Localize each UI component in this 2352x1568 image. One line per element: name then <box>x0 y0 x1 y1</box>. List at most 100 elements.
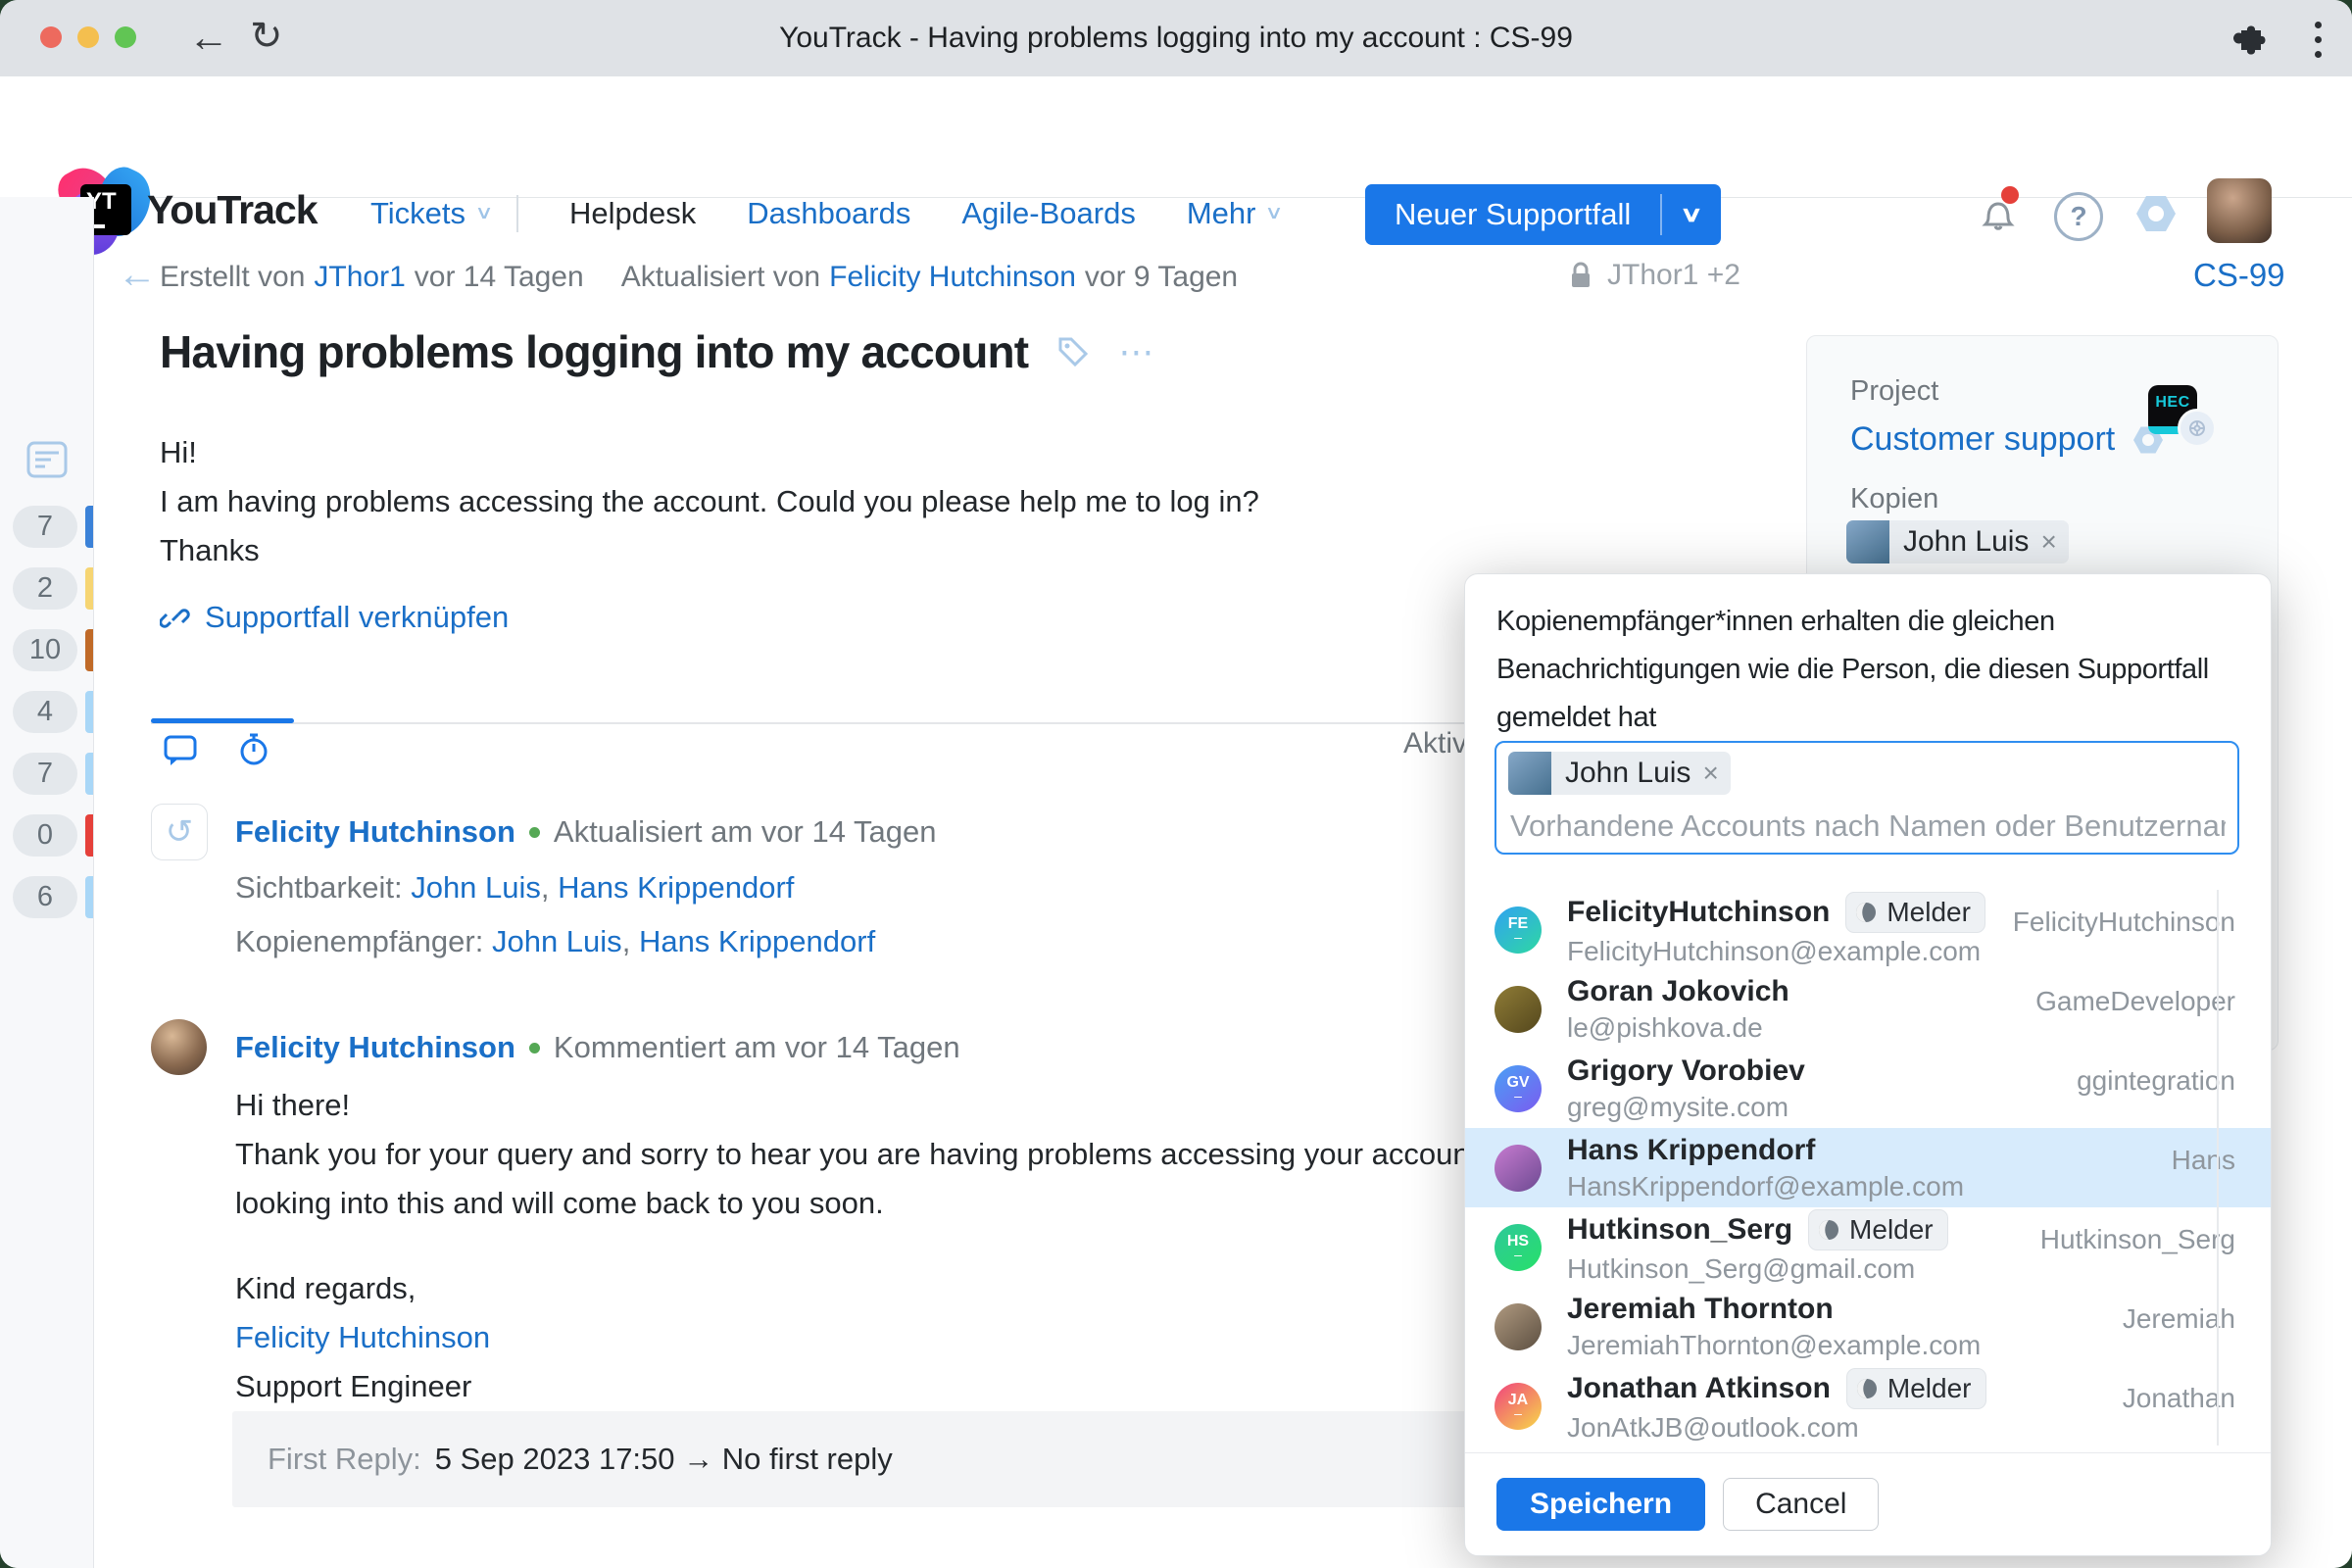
issue-id-link[interactable]: CS-99 <box>2193 257 2285 294</box>
active-tab-indicator <box>151 718 294 723</box>
account-search-input[interactable] <box>1508 808 2228 845</box>
tag-icon[interactable] <box>1055 334 1091 369</box>
sidebar-count-item[interactable]: 6 <box>0 876 93 918</box>
nav-item[interactable]: Mehr ∨ <box>1187 196 1284 231</box>
lock-icon <box>1572 262 1590 287</box>
browser-window: ← ↻ YouTrack - Having problems logging i… <box>0 0 2352 1568</box>
user-suggestion-list: FE – FelicityHutchinson Melder FelicityHu… <box>1465 890 2271 1446</box>
person-link[interactable]: Hans Krippendorf <box>639 924 875 958</box>
avatar: GV – <box>1494 1064 1542 1112</box>
sidebar-count-item[interactable]: 4 <box>0 691 93 733</box>
brand-wordmark[interactable]: YouTrack <box>147 187 318 233</box>
count-badge: 7 <box>13 753 77 795</box>
user-email: greg@mysite.com <box>1567 1092 1789 1122</box>
nav-divider <box>515 194 518 232</box>
user-list-item[interactable]: GV – Grigory Vorobiev greg@mysite.com ggi… <box>1465 1049 2271 1128</box>
avatar: JA – <box>1494 1382 1542 1430</box>
avatar-dash: – <box>1514 929 1522 945</box>
nav-item[interactable]: Helpdesk <box>569 196 696 231</box>
person-link[interactable]: Hans Krippendorf <box>558 870 794 905</box>
cc-person-chip[interactable]: John Luis × <box>1846 520 2069 564</box>
user-email: le@pishkova.de <box>1567 1012 1763 1043</box>
melder-badge: Melder <box>1845 892 1985 933</box>
user-list-item[interactable]: Jeremiah Thornton JeremiahThornton@examp… <box>1465 1287 2271 1366</box>
signature-user-link[interactable]: Felicity Hutchinson <box>235 1320 490 1354</box>
app-header: YT YouTrack Tickets ∨ Helpdesk Dashboard… <box>0 76 2352 263</box>
melder-badge: Melder <box>1845 1368 1986 1409</box>
sidebar-count-item[interactable]: 2 <box>0 567 93 610</box>
cc-picker-popup: Kopienempfänger*innen erhalten die gleic… <box>1464 573 2272 1556</box>
user-list-item[interactable]: FE – FelicityHutchinson Melder FelicityHu… <box>1465 890 2271 969</box>
activity-entry-header: Felicity Hutchinson Aktualisiert am vor … <box>235 814 937 850</box>
cc-search-box[interactable]: John Luis × <box>1494 741 2239 855</box>
online-presence-dot <box>528 826 540 838</box>
new-supportcase-label[interactable]: Neuer Supportfall <box>1365 184 1660 245</box>
report-doc-icon[interactable] <box>25 440 69 484</box>
cc-field-label: Kopien <box>1850 483 1939 514</box>
extensions-puzzle-icon[interactable] <box>2227 18 2270 66</box>
sidebar-count-item[interactable]: 0 <box>0 814 93 857</box>
comments-tab-icon[interactable] <box>163 733 198 773</box>
sidebar-count-item[interactable]: 10 <box>0 629 93 671</box>
browser-menu-icon[interactable] <box>2315 22 2322 58</box>
avatar-dash: – <box>1514 1088 1522 1103</box>
more-actions-icon[interactable]: ⋯ <box>1118 331 1155 372</box>
created-by-user-link[interactable]: JThor1 <box>314 261 405 294</box>
remove-chip-icon[interactable]: × <box>1702 758 1730 789</box>
selected-person-chip[interactable]: John Luis × <box>1508 752 1731 795</box>
link-supportcase-button[interactable]: Supportfall verknüpfen <box>160 600 509 635</box>
user-list-item[interactable]: Hans Krippendorf HansKrippendorf@example… <box>1465 1128 2271 1207</box>
comment-author-link[interactable]: Felicity Hutchinson <box>235 1030 515 1065</box>
user-name: Jeremiah Thornton <box>1567 1293 1834 1325</box>
activity-action: Aktualisiert am vor 14 Tagen <box>553 814 937 849</box>
updated-by-user-link[interactable]: Felicity Hutchinson <box>829 261 1076 294</box>
count-color-bar <box>85 567 93 610</box>
popup-description: Kopienempfänger*innen erhalten die gleic… <box>1496 606 2209 733</box>
online-presence-dot <box>528 1042 540 1054</box>
reporter-ball-icon <box>1856 903 1877 922</box>
comment-author-avatar[interactable] <box>151 1019 207 1075</box>
person-link[interactable]: John Luis <box>492 924 622 958</box>
user-name: FelicityHutchinson <box>1567 896 1831 928</box>
time-tracking-tab-icon[interactable] <box>235 731 272 773</box>
cancel-button[interactable]: Cancel <box>1723 1478 1880 1531</box>
nav-item[interactable]: Tickets ∨ <box>370 194 518 232</box>
remove-chip-icon[interactable]: × <box>2040 526 2068 558</box>
nav-item[interactable]: Dashboards <box>747 196 910 231</box>
sidebar-count-item[interactable]: 7 <box>0 753 93 795</box>
count-color-bar <box>85 753 93 795</box>
project-field-label: Project <box>1850 375 1939 407</box>
list-scrollbar[interactable] <box>2217 890 2219 1446</box>
avatar <box>1508 752 1551 795</box>
visibility-change-row: Sichtbarkeit: John Luis, Hans Krippendor… <box>235 870 795 905</box>
visibility-group[interactable]: JThor1 +2 <box>1566 259 1740 292</box>
person-link[interactable]: John Luis <box>411 870 541 905</box>
count-badge: 6 <box>13 876 77 918</box>
user-login: FelicityHutchinson <box>2012 906 2235 937</box>
avatar <box>1494 1144 1542 1192</box>
save-button[interactable]: Speichern <box>1496 1478 1706 1531</box>
user-name: Grigory Vorobiev <box>1567 1054 1805 1087</box>
user-list-item[interactable]: JA – Jonathan Atkinson Melder JonAtkJB@ou… <box>1465 1366 2271 1446</box>
count-badge: 2 <box>13 567 77 610</box>
user-name: Goran Jokovich <box>1567 975 1789 1007</box>
reporter-ball-icon <box>1856 1379 1877 1398</box>
chevron-down-icon[interactable]: ∨ <box>1647 184 1721 245</box>
help-icon[interactable]: ? <box>2054 192 2103 241</box>
user-email: JonAtkJB@outlook.com <box>1567 1412 1859 1443</box>
user-list-item[interactable]: Goran Jokovich le@pishkova.de GameDevelo… <box>1465 969 2271 1049</box>
project-app-icon[interactable]: HEC <box>2148 385 2217 448</box>
notifications-bell-icon[interactable] <box>1976 186 2021 240</box>
user-avatar[interactable] <box>2207 178 2272 243</box>
breadcrumb: Erstellt von JThor1 vor 14 Tagen Aktuali… <box>160 261 1239 294</box>
settings-hexagon-icon[interactable] <box>2132 190 2180 242</box>
project-link[interactable]: Customer support <box>1850 420 2115 459</box>
activity-author-link[interactable]: Felicity Hutchinson <box>235 814 515 850</box>
avatar-dash: – <box>1514 1405 1522 1421</box>
helpdesk-helm-badge-icon <box>2178 409 2217 448</box>
sidebar-count-item[interactable]: 7 <box>0 506 93 548</box>
nav-item[interactable]: Agile-Boards <box>961 196 1135 231</box>
new-supportcase-split-button[interactable]: Neuer Supportfall ∨ <box>1365 184 1721 245</box>
user-list-item[interactable]: HS – Hutkinson_Serg Melder Hutkinson_Serg… <box>1465 1207 2271 1287</box>
back-arrow-icon[interactable]: ← <box>118 253 157 297</box>
